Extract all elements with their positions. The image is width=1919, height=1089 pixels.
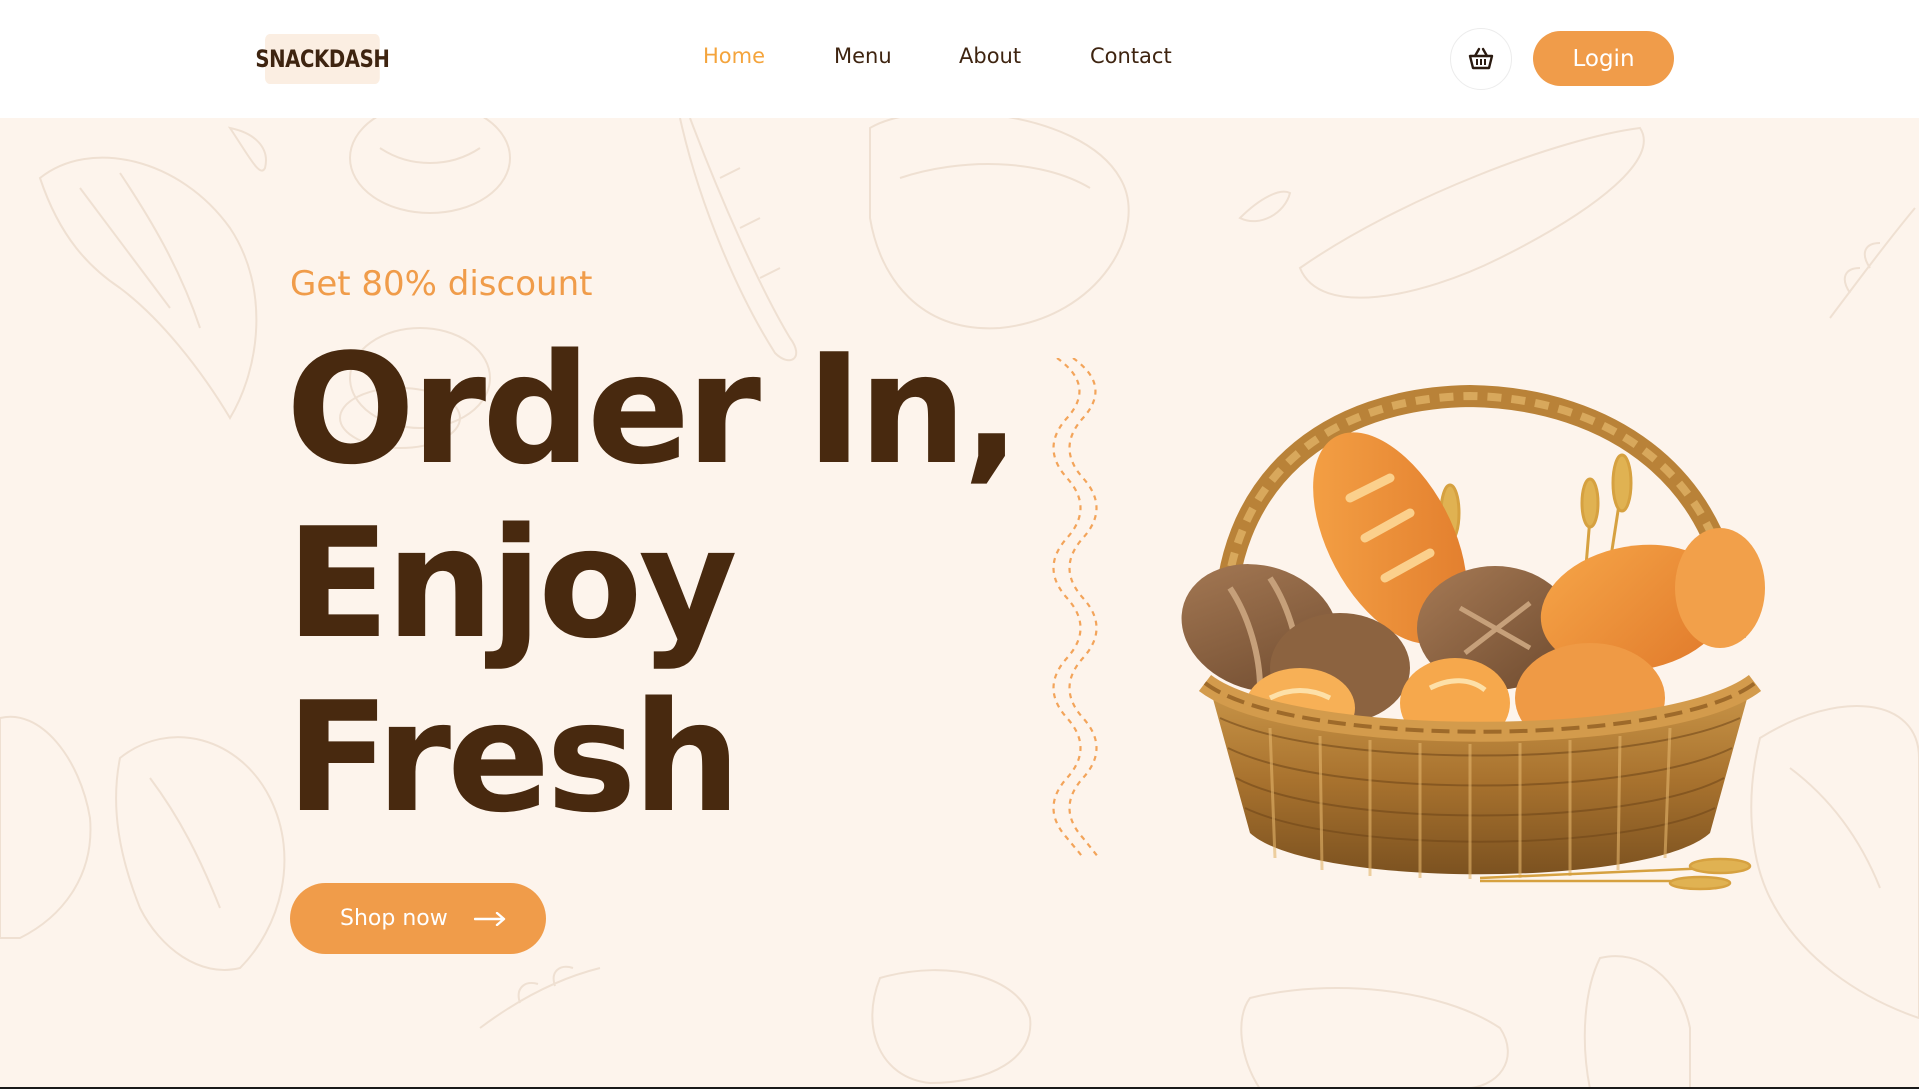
hero-section: Get 80% discount Order In, Enjoy Fresh S… [0,118,1919,1089]
basket-icon [1468,47,1494,70]
top-navbar: SNACKDASH Home Menu About Contact Login [0,0,1919,118]
nav-item-about[interactable]: About [959,44,1021,68]
arrow-right-icon [473,911,506,926]
headline-line-1: Order In, [286,321,1020,498]
bread-basket-illustration [1181,384,1765,891]
headline-line-2: Enjoy [286,495,738,672]
shop-now-label: Shop now [340,906,448,931]
login-button[interactable]: Login [1533,31,1674,86]
cart-button[interactable] [1450,28,1512,90]
shop-now-button[interactable]: Shop now [290,883,546,954]
nav-item-home[interactable]: Home [703,44,765,68]
headline-line-3: Fresh [286,669,741,846]
nav-item-menu[interactable]: Menu [834,44,892,68]
hero-headline: Order In, Enjoy Fresh [286,323,1046,845]
wavy-dashed-divider [1052,358,1100,858]
nav-item-contact[interactable]: Contact [1090,44,1172,68]
discount-eyebrow: Get 80% discount [290,264,593,304]
